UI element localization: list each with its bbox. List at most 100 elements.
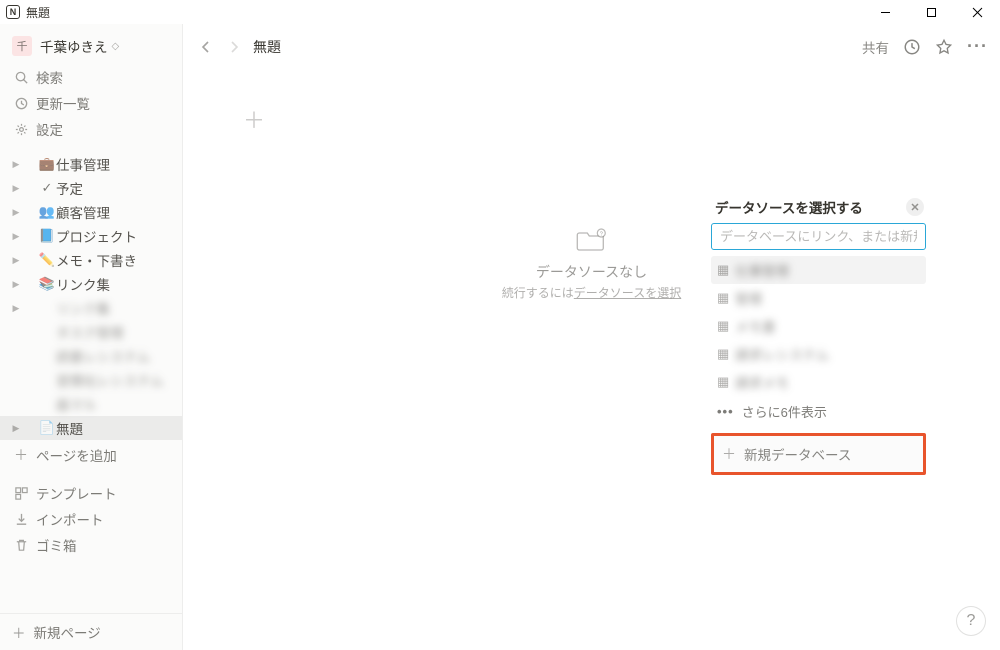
sidebar-item-templates[interactable]: テンプレート (0, 480, 182, 506)
page-label: 予定 (56, 178, 83, 198)
template-icon (12, 486, 30, 501)
page-emoji-icon: 📚 (38, 276, 56, 292)
disclosure-triangle-icon[interactable]: ▶ (8, 207, 24, 218)
page-label: リンク集 (56, 274, 110, 294)
sidebar-page-item[interactable]: ▶ 📚リンク集 (0, 272, 182, 296)
close-button[interactable] (954, 0, 1000, 24)
help-button[interactable]: ? (956, 606, 986, 636)
empty-state: ? データソースなし 続行するにはデータソースを選択 (502, 227, 681, 301)
page-emoji-icon: ✏️ (38, 252, 56, 268)
popup-title: データソースを選択する (715, 197, 863, 217)
show-more-label: さらに6件表示 (742, 402, 827, 421)
empty-subtitle-prefix: 続行するには (502, 286, 574, 300)
sidebar-item-trash[interactable]: ゴミ箱 (0, 532, 182, 558)
page-emoji-icon: ✓ (38, 180, 56, 196)
nav-back-button[interactable] (195, 36, 217, 58)
new-database-button[interactable]: ＋ 新規データベース (711, 433, 926, 475)
dots-icon: ••• (717, 404, 734, 419)
sidebar-item-search[interactable]: 検索 (0, 64, 182, 90)
sidebar-page-item[interactable]: ▶ リンク集 (0, 296, 182, 320)
page-label: 仕事管理 (56, 154, 110, 174)
page-label: 画マル (56, 394, 97, 414)
sidebar-item-updates[interactable]: 更新一覧 (0, 90, 182, 116)
sidebar-item-label: 検索 (36, 67, 63, 87)
nav-forward-button[interactable] (223, 36, 245, 58)
sidebar-page-item[interactable]: 読書レシステム (0, 344, 182, 368)
sidebar-item-label: インポート (36, 509, 104, 529)
page-emoji-icon: 📄 (38, 420, 56, 436)
app-icon: N (6, 5, 20, 19)
database-icon: ▦ (717, 262, 735, 278)
plus-icon: ＋ (12, 622, 26, 642)
suggestion-label: メモ書 (735, 316, 776, 336)
sidebar-page-item[interactable]: ▶👥顧客管理 (0, 200, 182, 224)
disclosure-triangle-icon[interactable]: ▶ (8, 255, 24, 266)
share-button[interactable]: 共有 (862, 37, 889, 57)
disclosure-triangle-icon[interactable]: ▶ (8, 423, 24, 434)
sidebar-page-item[interactable]: 習慣化レシステム (0, 368, 182, 392)
sidebar-page-item[interactable]: ▶ 💼仕事管理 (0, 152, 182, 176)
breadcrumb[interactable]: 無題 (253, 37, 281, 57)
chevron-expand-icon: ◇ (112, 41, 120, 52)
page-label: 無題 (56, 418, 83, 438)
trash-icon (12, 538, 30, 553)
close-icon[interactable]: ✕ (906, 198, 924, 216)
sidebar-add-page[interactable]: ＋ ページを追加 (0, 442, 182, 468)
plus-icon: ＋ (722, 444, 736, 464)
page-label: リンク集 (56, 298, 110, 318)
datasource-search-input[interactable] (711, 223, 926, 250)
disclosure-triangle-icon[interactable]: ▶ (8, 231, 24, 242)
import-icon (12, 512, 30, 527)
clock-icon[interactable] (903, 38, 921, 56)
sidebar-item-label: 新規ページ (34, 622, 101, 642)
window-title: 無題 (26, 4, 50, 21)
suggestion-label: 請求レシステム (735, 344, 829, 364)
disclosure-triangle-icon[interactable]: ▶ (8, 159, 24, 170)
select-datasource-link[interactable]: データソースを選択 (574, 286, 681, 300)
page-emoji-icon: 📘 (38, 228, 56, 244)
page-label: 読書レシステム (56, 346, 150, 366)
datasource-suggestion[interactable]: ▦請求メモ (711, 368, 926, 396)
page-emoji-icon: 💼 (38, 156, 56, 172)
maximize-button[interactable] (908, 0, 954, 24)
star-icon[interactable] (935, 38, 953, 56)
more-icon[interactable]: ··· (967, 36, 988, 57)
datasource-picker-popup: データソースを選択する ✕ ▦仕事管理▦管理▦メモ書▦請求レシステム▦請求メモ … (711, 197, 926, 475)
sidebar-page-item[interactable]: ▶ ✓予定 (0, 176, 182, 200)
show-more-button[interactable]: ••• さらに6件表示 (711, 396, 926, 427)
empty-title: データソースなし (502, 262, 681, 282)
sidebar-page-item[interactable]: ▶📘プロジェクト (0, 224, 182, 248)
datasource-suggestion[interactable]: ▦請求レシステム (711, 340, 926, 368)
disclosure-triangle-icon[interactable]: ▶ (8, 279, 24, 290)
sidebar-item-settings[interactable]: 設定 (0, 116, 182, 142)
minimize-button[interactable] (862, 0, 908, 24)
database-icon: ▦ (717, 346, 735, 362)
svg-text:?: ? (600, 232, 603, 238)
datasource-suggestion[interactable]: ▦メモ書 (711, 312, 926, 340)
disclosure-triangle-icon[interactable]: ▶ (8, 303, 24, 314)
add-block-button[interactable]: ＋ (243, 103, 952, 135)
clock-icon (12, 96, 30, 111)
sidebar-item-label: ページを追加 (36, 445, 117, 465)
database-icon: ▦ (717, 318, 735, 334)
page-label: メモ・下書き (56, 250, 137, 270)
database-icon: ▦ (717, 290, 735, 306)
page-label: タスク管理 (56, 322, 124, 342)
new-database-label: 新規データベース (744, 444, 851, 464)
suggestion-label: 請求メモ (735, 372, 789, 392)
sidebar-new-page-button[interactable]: ＋ 新規ページ (0, 613, 182, 650)
sidebar-page-item[interactable]: タスク管理 (0, 320, 182, 344)
sidebar-page-item[interactable]: 画マル (0, 392, 182, 416)
suggestion-label: 管理 (735, 288, 762, 308)
workspace-switcher[interactable]: 千 千葉ゆきえ ◇ (0, 34, 182, 64)
sidebar-page-item[interactable]: ▶ 📄無題 (0, 416, 182, 440)
sidebar-page-item[interactable]: ▶ ✏️メモ・下書き (0, 248, 182, 272)
datasource-suggestion[interactable]: ▦管理 (711, 284, 926, 312)
sidebar-item-label: ゴミ箱 (36, 535, 77, 555)
disclosure-triangle-icon[interactable]: ▶ (8, 183, 24, 194)
datasource-suggestion[interactable]: ▦仕事管理 (711, 256, 926, 284)
user-name: 千葉ゆきえ (40, 36, 108, 56)
page-emoji-icon: 👥 (38, 204, 56, 220)
search-icon (12, 70, 30, 85)
sidebar-item-import[interactable]: インポート (0, 506, 182, 532)
